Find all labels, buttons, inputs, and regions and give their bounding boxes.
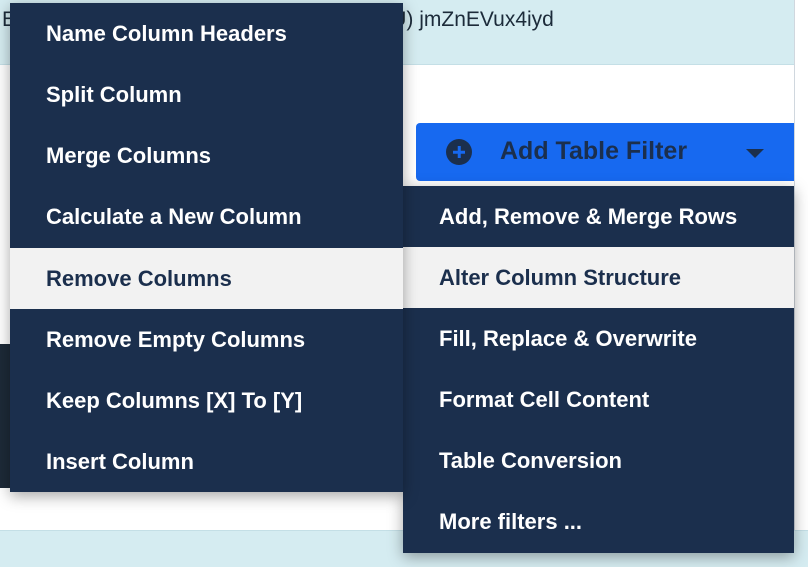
plus-circle-icon [446, 139, 472, 165]
menu-item-table-conversion[interactable]: Table Conversion [403, 430, 794, 491]
add-table-filter-label: Add Table Filter [500, 137, 688, 165]
menu-item-more-filters[interactable]: More filters ... [403, 491, 794, 552]
menu-item-remove-empty-columns[interactable]: Remove Empty Columns [10, 309, 403, 370]
menu-item-calculate-new-column[interactable]: Calculate a New Column [10, 186, 403, 247]
filter-category-menu: Add, Remove & Merge Rows Alter Column St… [403, 186, 794, 553]
column-structure-submenu: Name Column Headers Split Column Merge C… [10, 3, 403, 492]
menu-item-fill-replace-overwrite[interactable]: Fill, Replace & Overwrite [403, 308, 794, 369]
menu-item-remove-columns[interactable]: Remove Columns [10, 248, 403, 309]
caret-down-icon [746, 149, 764, 158]
menu-item-split-column[interactable]: Split Column [10, 64, 403, 125]
menu-item-name-column-headers[interactable]: Name Column Headers [10, 3, 403, 64]
menu-item-format-cell-content[interactable]: Format Cell Content [403, 369, 794, 430]
panel-border [794, 0, 795, 566]
menu-item-add-remove-merge-rows[interactable]: Add, Remove & Merge Rows [403, 186, 794, 247]
add-table-filter-button[interactable]: Add Table Filter [416, 123, 794, 181]
left-dark-panel [0, 344, 10, 488]
menu-item-keep-columns-x-to-y[interactable]: Keep Columns [X] To [Y] [10, 370, 403, 431]
menu-item-alter-column-structure[interactable]: Alter Column Structure [403, 247, 794, 308]
menu-item-insert-column[interactable]: Insert Column [10, 431, 403, 492]
menu-item-merge-columns[interactable]: Merge Columns [10, 125, 403, 186]
